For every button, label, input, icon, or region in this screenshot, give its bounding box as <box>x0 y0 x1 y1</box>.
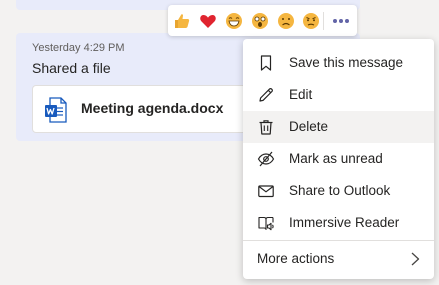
envelope-icon <box>258 185 274 198</box>
menu-item-label: Mark as unread <box>289 151 383 166</box>
laugh-icon[interactable] <box>225 12 243 30</box>
menu-item-label: Edit <box>289 87 313 102</box>
mark-unread-icon <box>257 151 275 167</box>
more-actions-label: More actions <box>257 251 335 266</box>
angry-icon[interactable] <box>302 12 320 30</box>
menu-item-immersive-reader[interactable]: Immersive Reader <box>243 207 434 239</box>
menu-item-more-actions[interactable]: More actions <box>243 241 434 277</box>
immersive-reader-icon <box>258 216 274 231</box>
menu-item-label: Share to Outlook <box>289 183 391 198</box>
menu-item-label: Immersive Reader <box>289 215 400 230</box>
heart-icon[interactable] <box>199 12 217 30</box>
message-timestamp: Yesterday 4:29 PM <box>32 42 125 54</box>
trash-icon <box>259 120 273 135</box>
surprised-icon[interactable] <box>251 12 269 30</box>
message-text: Shared a file <box>32 60 111 76</box>
more-options-icon[interactable] <box>328 9 354 33</box>
menu-item-delete[interactable]: Delete <box>243 111 434 143</box>
bookmark-icon <box>260 55 272 71</box>
menu-item-mark-unread[interactable]: Mark as unread <box>243 143 434 175</box>
reaction-divider <box>323 12 324 30</box>
menu-item-edit[interactable]: Edit <box>243 79 434 111</box>
menu-item-share-outlook[interactable]: Share to Outlook <box>243 175 434 207</box>
file-attachment[interactable]: Meeting agenda.docx <box>32 85 248 133</box>
menu-item-save-message[interactable]: Save this message <box>243 47 434 79</box>
menu-item-label: Delete <box>289 119 329 134</box>
chevron-right-icon <box>411 252 420 266</box>
pencil-icon <box>259 88 273 102</box>
message-context-menu: Save this message Edit Delete Mark as un… <box>243 39 434 279</box>
sad-icon[interactable] <box>277 12 295 30</box>
thumbs-up-icon[interactable] <box>173 12 191 30</box>
reaction-bar <box>168 5 357 36</box>
word-doc-icon <box>45 97 67 123</box>
file-name[interactable]: Meeting agenda.docx <box>81 100 223 116</box>
menu-item-label: Save this message <box>289 55 404 70</box>
